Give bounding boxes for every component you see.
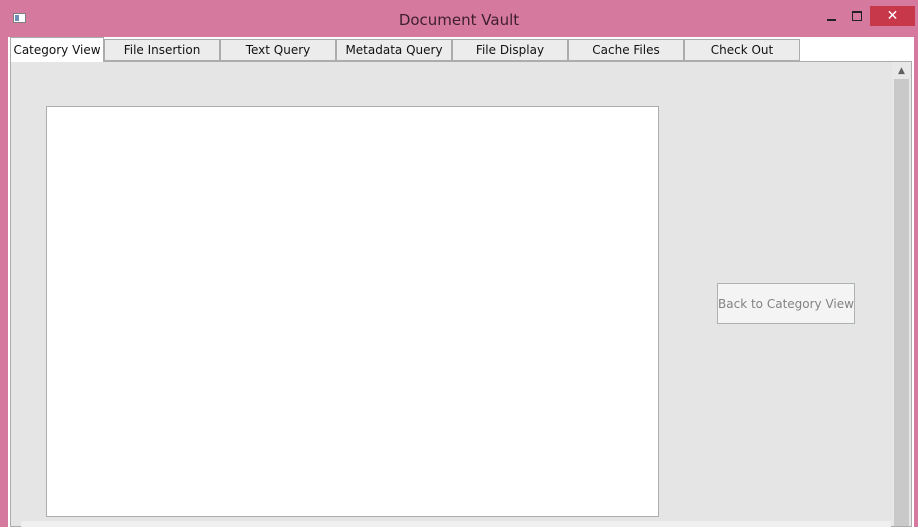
tab-category-view[interactable]: Category View <box>10 37 104 62</box>
tab-file-display[interactable]: File Display <box>452 39 568 61</box>
title-bar[interactable]: Document Vault ✕ <box>0 0 918 37</box>
app-window: Document Vault ✕ Category View File Inse… <box>0 0 918 527</box>
vertical-scrollbar[interactable]: ▲ <box>892 62 911 526</box>
tab-check-out[interactable]: Check Out <box>684 39 800 61</box>
close-icon: ✕ <box>886 8 899 24</box>
tab-text-query[interactable]: Text Query <box>220 39 336 61</box>
minimize-icon <box>826 19 836 21</box>
scroll-up-icon[interactable]: ▲ <box>892 62 911 79</box>
scroll-track[interactable] <box>894 79 909 526</box>
tab-file-insertion[interactable]: File Insertion <box>104 39 220 61</box>
window-title: Document Vault <box>398 11 520 29</box>
maximize-button[interactable] <box>844 6 870 26</box>
tab-metadata-query[interactable]: Metadata Query <box>336 39 452 61</box>
horizontal-scrollbar[interactable] <box>21 521 891 527</box>
tab-cache-files[interactable]: Cache Files <box>568 39 684 61</box>
client-area: Category View File Insertion Text Query … <box>8 37 914 527</box>
tab-strip: Category View File Insertion Text Query … <box>10 37 914 62</box>
category-listbox[interactable] <box>46 106 659 517</box>
tab-panel: Back to Category View ▲ <box>10 61 912 527</box>
minimize-button[interactable] <box>818 6 844 26</box>
back-to-category-view-button[interactable]: Back to Category View <box>717 283 855 324</box>
close-button[interactable]: ✕ <box>870 6 915 26</box>
maximize-icon <box>852 11 862 21</box>
